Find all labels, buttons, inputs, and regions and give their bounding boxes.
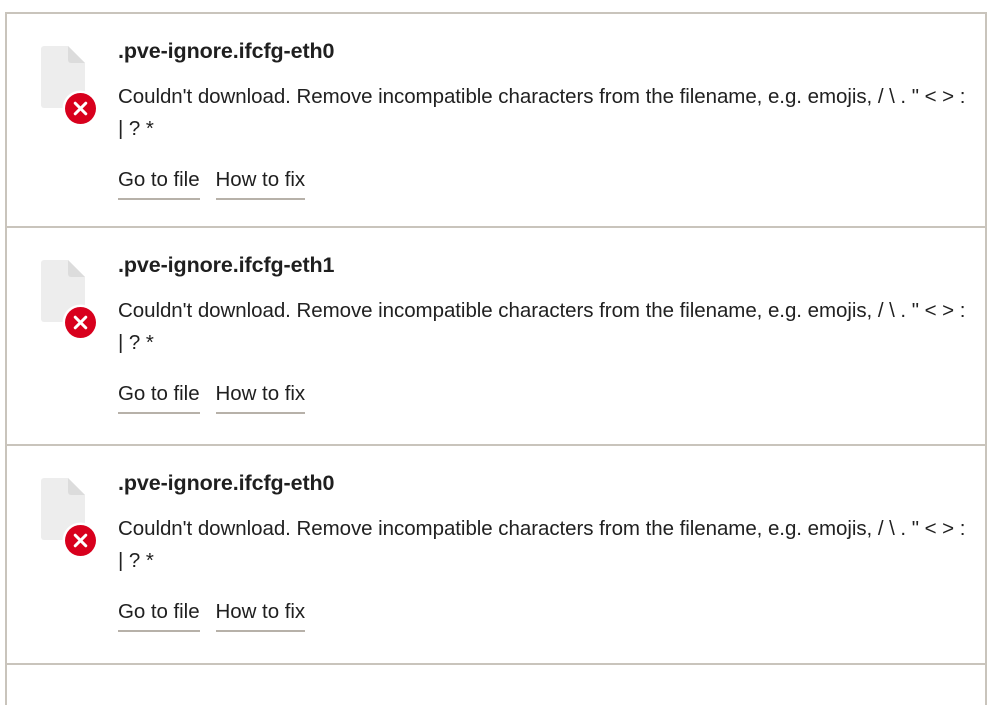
go-to-file-link[interactable]: Go to file [118, 381, 200, 414]
download-error-list: .pve-ignore.ifcfg-eth0 Couldn't download… [5, 12, 987, 705]
error-message-line-1: Couldn't download. Remove incompatible c… [118, 299, 802, 322]
list-item[interactable] [7, 665, 985, 705]
action-links: Go to file How to fix [118, 381, 971, 414]
go-to-file-link[interactable]: Go to file [118, 167, 200, 200]
action-links: Go to file How to fix [118, 599, 971, 632]
file-icon-with-error-badge [33, 46, 96, 124]
error-x-badge-icon [65, 525, 96, 556]
error-message: Couldn't download. Remove incompatible c… [118, 295, 971, 359]
error-content: .pve-ignore.ifcfg-eth0 Couldn't download… [118, 466, 971, 632]
screen: .pve-ignore.ifcfg-eth0 Couldn't download… [0, 0, 1006, 705]
error-content: .pve-ignore.ifcfg-eth0 Couldn't download… [118, 34, 971, 200]
file-name: .pve-ignore.ifcfg-eth1 [118, 253, 335, 277]
how-to-fix-link[interactable]: How to fix [215, 599, 305, 632]
file-icon-with-error-badge [33, 260, 96, 338]
file-name: .pve-ignore.ifcfg-eth0 [118, 39, 335, 63]
file-name: .pve-ignore.ifcfg-eth0 [118, 471, 335, 495]
error-x-badge-icon [65, 93, 96, 124]
error-message-line-1: Couldn't download. Remove incompatible c… [118, 85, 802, 108]
action-links: Go to file How to fix [118, 167, 971, 200]
error-message-line-1: Couldn't download. Remove incompatible c… [118, 517, 802, 540]
file-icon-with-error-badge [33, 478, 96, 556]
list-item[interactable]: .pve-ignore.ifcfg-eth1 Couldn't download… [7, 228, 985, 446]
error-x-badge-icon [65, 307, 96, 338]
how-to-fix-link[interactable]: How to fix [215, 167, 305, 200]
error-message: Couldn't download. Remove incompatible c… [118, 513, 971, 577]
list-item[interactable]: .pve-ignore.ifcfg-eth0 Couldn't download… [7, 14, 985, 228]
go-to-file-link[interactable]: Go to file [118, 599, 200, 632]
error-message: Couldn't download. Remove incompatible c… [118, 81, 971, 145]
error-content: .pve-ignore.ifcfg-eth1 Couldn't download… [118, 248, 971, 414]
list-item[interactable]: .pve-ignore.ifcfg-eth0 Couldn't download… [7, 446, 985, 665]
how-to-fix-link[interactable]: How to fix [215, 381, 305, 414]
